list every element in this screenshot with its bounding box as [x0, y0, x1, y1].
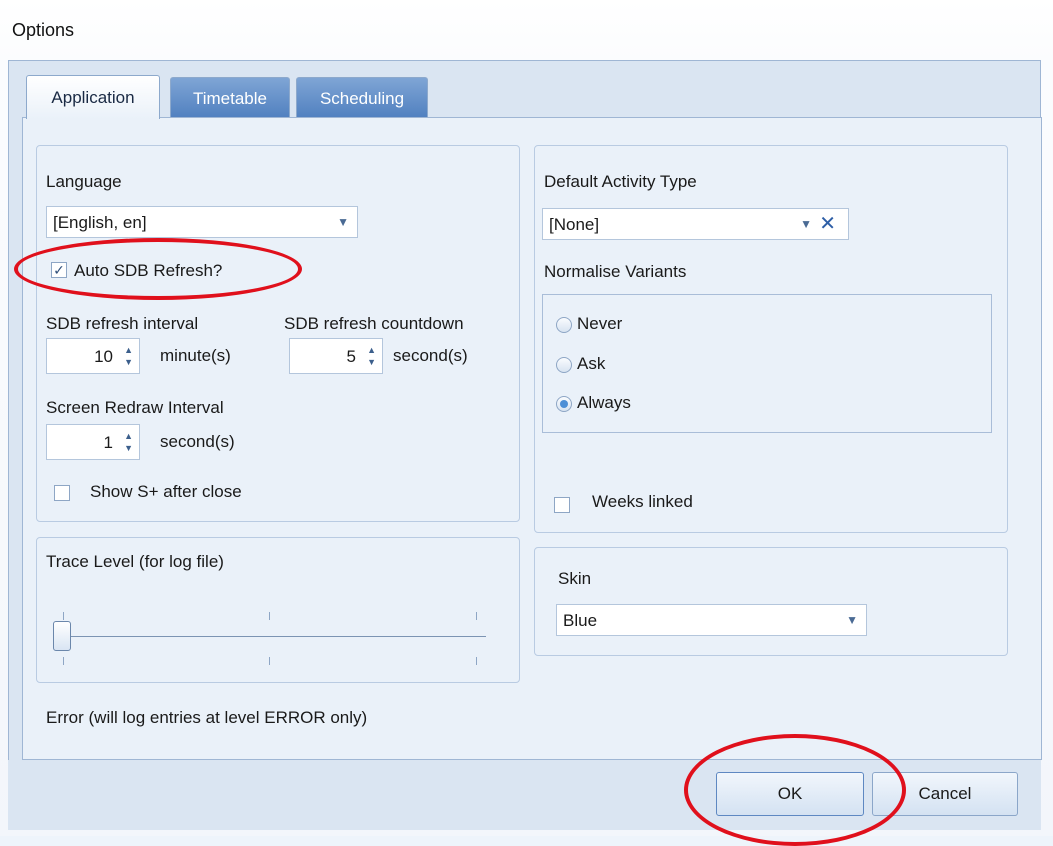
slider-tick: [269, 657, 270, 665]
window-title: Options: [12, 20, 75, 40]
slider-tick: [476, 612, 477, 620]
sdb-refresh-interval-label: SDB refresh interval: [46, 314, 199, 333]
default-activity-type-label: Default Activity Type: [544, 172, 697, 191]
sdb-refresh-interval-unit: minute(s): [160, 346, 231, 365]
tab-application[interactable]: Application: [26, 75, 160, 119]
chevron-down-icon: ▼: [337, 215, 349, 229]
trace-level-status: Error (will log entries at level ERROR o…: [46, 708, 368, 727]
auto-sdb-refresh-checkbox[interactable]: ✓: [51, 262, 67, 278]
sdb-refresh-countdown-label: SDB refresh countdown: [284, 314, 464, 333]
sdb-refresh-countdown-unit: second(s): [393, 346, 468, 365]
spin-up-icon[interactable]: ▲: [124, 346, 133, 355]
cancel-button[interactable]: Cancel: [872, 772, 1018, 816]
language-value: [English, en]: [53, 213, 147, 232]
spin-up-icon[interactable]: ▲: [367, 346, 376, 355]
screen-redraw-interval-spinner[interactable]: 1 ▲ ▼: [46, 424, 140, 460]
show-splus-checkbox[interactable]: [54, 485, 70, 501]
language-dropdown[interactable]: [English, en] ▼: [46, 206, 358, 238]
default-activity-type-value: [None]: [549, 215, 600, 234]
weeks-linked-label: Weeks linked: [592, 492, 693, 511]
ok-button[interactable]: OK: [716, 772, 864, 816]
skin-dropdown[interactable]: Blue ▼: [556, 604, 867, 636]
sdb-refresh-interval-value: 10: [94, 347, 113, 366]
skin-group: [534, 547, 1008, 656]
sdb-refresh-countdown-spinner[interactable]: 5 ▲ ▼: [289, 338, 383, 374]
skin-value: Blue: [563, 611, 598, 630]
slider-tick: [63, 657, 64, 665]
trace-level-slider-track[interactable]: [56, 636, 486, 637]
normalise-variants-label: Normalise Variants: [544, 262, 687, 281]
radio-ask[interactable]: [556, 357, 572, 373]
spin-up-icon[interactable]: ▲: [124, 432, 133, 441]
chevron-down-icon: ▼: [846, 613, 858, 627]
default-activity-type-dropdown[interactable]: [None] ▼ ✕: [542, 208, 849, 240]
clear-icon[interactable]: ✕: [819, 211, 836, 236]
slider-tick: [63, 612, 64, 620]
screen-redraw-interval-label: Screen Redraw Interval: [46, 398, 224, 417]
screen-redraw-interval-value: 1: [103, 433, 113, 452]
skin-label: Skin: [558, 569, 592, 588]
trace-level-label: Trace Level (for log file): [46, 552, 224, 571]
options-dialog: Options Application Timetable Scheduling…: [0, 0, 1053, 846]
sdb-refresh-interval-spinner[interactable]: 10 ▲ ▼: [46, 338, 140, 374]
tab-scheduling[interactable]: Scheduling: [296, 77, 428, 119]
screen-redraw-interval-unit: second(s): [160, 432, 235, 451]
tab-timetable[interactable]: Timetable: [170, 77, 290, 119]
slider-tick: [269, 612, 270, 620]
weeks-linked-checkbox[interactable]: [554, 497, 570, 513]
sdb-refresh-countdown-value: 5: [346, 347, 356, 366]
chevron-down-icon[interactable]: ▼: [800, 217, 812, 231]
spin-down-icon[interactable]: ▼: [124, 444, 133, 453]
language-label: Language: [46, 172, 122, 191]
radio-always-label: Always: [577, 393, 631, 412]
trace-level-slider-thumb[interactable]: [53, 621, 71, 651]
radio-never[interactable]: [556, 317, 572, 333]
auto-sdb-refresh-label: Auto SDB Refresh?: [74, 261, 223, 280]
radio-never-label: Never: [577, 314, 623, 333]
spin-down-icon[interactable]: ▼: [367, 358, 376, 367]
radio-always[interactable]: [556, 396, 572, 412]
slider-tick: [476, 657, 477, 665]
radio-ask-label: Ask: [577, 354, 606, 373]
spin-down-icon[interactable]: ▼: [124, 358, 133, 367]
show-splus-label: Show S+ after close: [90, 482, 242, 501]
